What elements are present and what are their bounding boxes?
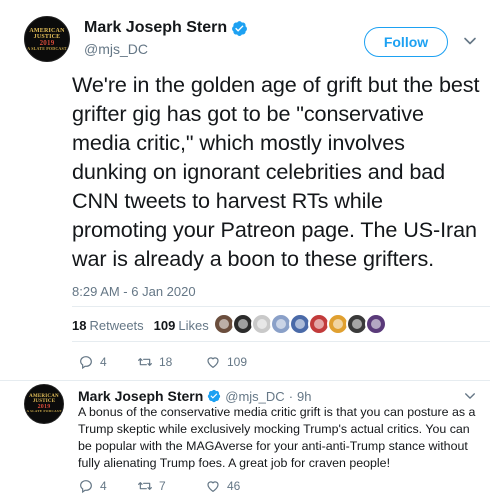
reply-author-name[interactable]: Mark Joseph Stern — [78, 388, 203, 404]
heart-icon — [207, 357, 219, 369]
liker-avatar-face — [371, 319, 381, 329]
reply-separator-dot: · — [288, 388, 294, 404]
reply-icon — [80, 356, 92, 370]
author-avatar[interactable]: AMERICAN JUSTICE 2019 A SLATE PODCAST — [24, 16, 70, 62]
retweets-stat[interactable]: 18 Retweets — [72, 318, 144, 333]
tweet-separator — [0, 380, 490, 381]
divider — [72, 306, 490, 307]
retweet-count: 18 — [159, 355, 173, 369]
liker-avatar-face — [276, 319, 286, 329]
liker-avatars — [213, 313, 387, 335]
heart-icon — [207, 481, 219, 493]
engagement-stats: 18 Retweets 109 Likes — [72, 318, 209, 333]
divider — [72, 341, 490, 342]
verified-badge-icon — [208, 389, 221, 403]
tweet-text: We're in the golden age of grift but the… — [72, 72, 480, 271]
verified-badge-icon — [232, 20, 248, 36]
liker-avatar-face — [333, 319, 343, 329]
reply-author-handle[interactable]: @mjs_DC — [225, 389, 284, 404]
retweets-count: 18 — [72, 318, 87, 333]
likes-count: 109 — [153, 318, 176, 333]
avatar-text-line-4: A SLATE PODCAST — [27, 45, 67, 51]
reply-count: 4 — [100, 355, 107, 369]
retweet-count: 7 — [159, 479, 166, 493]
author-name[interactable]: Mark Joseph Stern — [84, 19, 227, 37]
liker-avatar-face — [352, 319, 362, 329]
likes-label: Likes — [178, 318, 209, 333]
like-count: 46 — [227, 479, 241, 493]
retweets-label: Retweets — [89, 318, 144, 333]
like-action[interactable]: 109 — [205, 354, 247, 370]
reply-icon — [80, 480, 92, 494]
reply-action[interactable]: 4 — [78, 478, 107, 494]
reply-action[interactable]: 4 — [78, 354, 107, 370]
author-name-row[interactable]: Mark Joseph Stern — [84, 19, 248, 37]
reply-text: A bonus of the conservative media critic… — [78, 405, 476, 470]
likes-stat[interactable]: 109 Likes — [154, 318, 209, 333]
liker-avatar-face — [314, 319, 324, 329]
author-handle[interactable]: @mjs_DC — [84, 41, 148, 57]
tweet-timestamp[interactable]: 8:29 AM - 6 Jan 2020 — [72, 284, 196, 299]
chevron-down-icon[interactable] — [463, 34, 477, 48]
reply-time[interactable]: 9h — [297, 389, 311, 404]
retweet-icon — [138, 358, 152, 366]
liker-avatar-face — [238, 319, 248, 329]
liker-avatar[interactable] — [365, 313, 387, 335]
follow-button[interactable]: Follow — [364, 27, 448, 57]
reply-header: Mark Joseph Stern @mjs_DC · 9h — [78, 388, 312, 404]
main-tweet: AMERICAN JUSTICE 2019 A SLATE PODCAST Ma… — [0, 0, 490, 380]
reply-count: 4 — [100, 479, 107, 493]
reply-author-avatar[interactable]: AMERICAN JUSTICE 2019 A SLATE PODCAST — [24, 384, 64, 424]
like-count: 109 — [227, 355, 248, 369]
like-action[interactable]: 46 — [205, 478, 240, 494]
avatar-text-line-4: A SLATE PODCAST — [26, 409, 62, 414]
liker-avatar-face — [257, 319, 267, 329]
retweet-icon — [138, 482, 152, 490]
liker-avatar-face — [219, 319, 229, 329]
retweet-action[interactable]: 18 — [137, 354, 172, 370]
liker-avatar-face — [295, 319, 305, 329]
chevron-down-icon[interactable] — [464, 390, 476, 402]
retweet-action[interactable]: 7 — [137, 478, 166, 494]
